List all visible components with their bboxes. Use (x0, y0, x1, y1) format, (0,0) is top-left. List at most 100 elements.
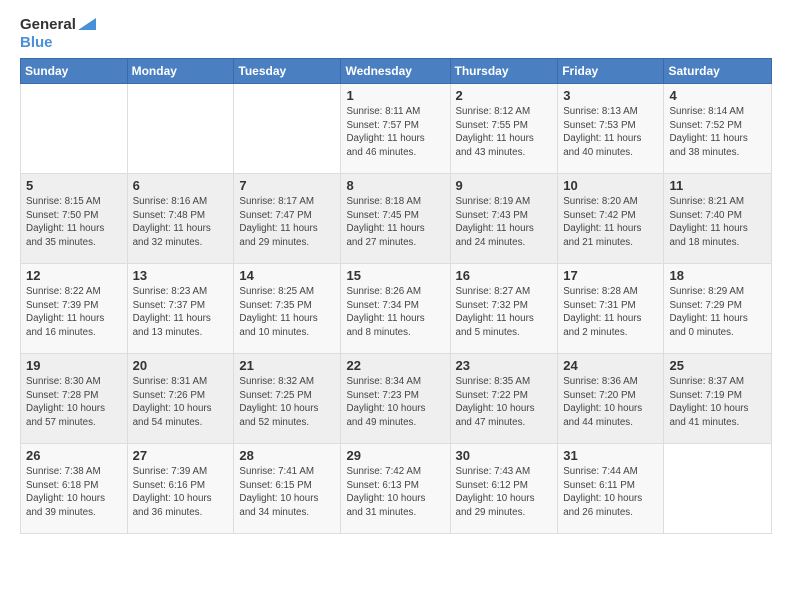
day-info: Sunrise: 8:11 AMSunset: 7:57 PMDaylight:… (346, 105, 444, 160)
calendar-cell: 23 Sunrise: 8:35 AMSunset: 7:22 PMDayligh… (450, 354, 558, 444)
calendar-body: 1 Sunrise: 8:11 AMSunset: 7:57 PMDaylight… (21, 84, 772, 534)
calendar-cell (127, 84, 234, 174)
day-number: 8 (346, 178, 444, 193)
day-number: 28 (239, 448, 335, 463)
day-number: 19 (26, 358, 122, 373)
day-number: 12 (26, 268, 122, 283)
calendar-cell: 31 Sunrise: 7:44 AMSunset: 6:11 PMDayligh… (558, 444, 664, 534)
calendar-week-row: 1 Sunrise: 8:11 AMSunset: 7:57 PMDaylight… (21, 84, 772, 174)
calendar-cell: 9 Sunrise: 8:19 AMSunset: 7:43 PMDaylight… (450, 174, 558, 264)
day-number: 7 (239, 178, 335, 193)
calendar-cell: 29 Sunrise: 7:42 AMSunset: 6:13 PMDayligh… (341, 444, 450, 534)
day-info: Sunrise: 8:18 AMSunset: 7:45 PMDaylight:… (346, 195, 444, 250)
day-info: Sunrise: 8:29 AMSunset: 7:29 PMDaylight:… (669, 285, 766, 340)
calendar-cell: 21Sunrise: 8:32 AMSunset: 7:25 PMDayligh… (234, 354, 341, 444)
day-info: Sunrise: 8:35 AMSunset: 7:22 PMDaylight:… (456, 375, 553, 430)
weekday-header-tuesday: Tuesday (234, 59, 341, 84)
day-info: Sunrise: 8:30 AMSunset: 7:28 PMDaylight:… (26, 375, 122, 430)
day-info: Sunrise: 8:32 AMSunset: 7:25 PMDaylight:… (239, 375, 335, 430)
day-number: 31 (563, 448, 658, 463)
day-info: Sunrise: 7:38 AMSunset: 6:18 PMDaylight:… (26, 465, 122, 520)
calendar-cell: 17Sunrise: 8:28 AMSunset: 7:31 PMDayligh… (558, 264, 664, 354)
calendar-week-row: 26 Sunrise: 7:38 AMSunset: 6:18 PMDayligh… (21, 444, 772, 534)
calendar-cell: 4Sunrise: 8:14 AMSunset: 7:52 PMDaylight… (664, 84, 772, 174)
day-number: 27 (133, 448, 229, 463)
calendar-cell: 30 Sunrise: 7:43 AMSunset: 6:12 PMDayligh… (450, 444, 558, 534)
calendar-cell: 15 Sunrise: 8:26 AMSunset: 7:34 PMDayligh… (341, 264, 450, 354)
calendar-header: SundayMondayTuesdayWednesdayThursdayFrid… (21, 59, 772, 84)
logo-bird-icon (78, 18, 96, 30)
day-number: 17 (563, 268, 658, 283)
weekday-header-wednesday: Wednesday (341, 59, 450, 84)
calendar-cell: 20 Sunrise: 8:31 AMSunset: 7:26 PMDayligh… (127, 354, 234, 444)
day-number: 14 (239, 268, 335, 283)
day-number: 29 (346, 448, 444, 463)
calendar-cell (234, 84, 341, 174)
calendar-week-row: 19 Sunrise: 8:30 AMSunset: 7:28 PMDayligh… (21, 354, 772, 444)
calendar-cell: 25 Sunrise: 8:37 AMSunset: 7:19 PMDayligh… (664, 354, 772, 444)
calendar-cell: 18Sunrise: 8:29 AMSunset: 7:29 PMDayligh… (664, 264, 772, 354)
day-info: Sunrise: 8:31 AMSunset: 7:26 PMDaylight:… (133, 375, 229, 430)
day-info: Sunrise: 7:42 AMSunset: 6:13 PMDaylight:… (346, 465, 444, 520)
calendar-cell: 19 Sunrise: 8:30 AMSunset: 7:28 PMDayligh… (21, 354, 128, 444)
day-info: Sunrise: 7:44 AMSunset: 6:11 PMDaylight:… (563, 465, 658, 520)
calendar: SundayMondayTuesdayWednesdayThursdayFrid… (20, 58, 772, 534)
weekday-header-monday: Monday (127, 59, 234, 84)
weekday-header-thursday: Thursday (450, 59, 558, 84)
calendar-cell: 14Sunrise: 8:25 AMSunset: 7:35 PMDayligh… (234, 264, 341, 354)
day-number: 20 (133, 358, 229, 373)
day-info: Sunrise: 8:20 AMSunset: 7:42 PMDaylight:… (563, 195, 658, 250)
day-number: 10 (563, 178, 658, 193)
calendar-cell: 8 Sunrise: 8:18 AMSunset: 7:45 PMDaylight… (341, 174, 450, 264)
day-info: Sunrise: 8:37 AMSunset: 7:19 PMDaylight:… (669, 375, 766, 430)
calendar-cell: 28 Sunrise: 7:41 AMSunset: 6:15 PMDayligh… (234, 444, 341, 534)
day-info: Sunrise: 8:19 AMSunset: 7:43 PMDaylight:… (456, 195, 553, 250)
day-info: Sunrise: 8:34 AMSunset: 7:23 PMDaylight:… (346, 375, 444, 430)
day-info: Sunrise: 8:13 AMSunset: 7:53 PMDaylight:… (563, 105, 658, 160)
calendar-week-row: 5 Sunrise: 8:15 AMSunset: 7:50 PMDaylight… (21, 174, 772, 264)
page: General Blue SundayMondayTuesdayWednesda… (0, 0, 792, 612)
calendar-cell (664, 444, 772, 534)
day-number: 15 (346, 268, 444, 283)
day-info: Sunrise: 8:26 AMSunset: 7:34 PMDaylight:… (346, 285, 444, 340)
day-info: Sunrise: 8:14 AMSunset: 7:52 PMDaylight:… (669, 105, 766, 160)
day-info: Sunrise: 8:27 AMSunset: 7:32 PMDaylight:… (456, 285, 553, 340)
calendar-cell: 13Sunrise: 8:23 AMSunset: 7:37 PMDayligh… (127, 264, 234, 354)
day-number: 11 (669, 178, 766, 193)
calendar-cell: 6 Sunrise: 8:16 AMSunset: 7:48 PMDaylight… (127, 174, 234, 264)
day-number: 26 (26, 448, 122, 463)
day-number: 22 (346, 358, 444, 373)
day-number: 2 (456, 88, 553, 103)
day-number: 9 (456, 178, 553, 193)
weekday-header-row: SundayMondayTuesdayWednesdayThursdayFrid… (21, 59, 772, 84)
day-number: 25 (669, 358, 766, 373)
calendar-cell: 1 Sunrise: 8:11 AMSunset: 7:57 PMDaylight… (341, 84, 450, 174)
day-number: 1 (346, 88, 444, 103)
day-info: Sunrise: 7:41 AMSunset: 6:15 PMDaylight:… (239, 465, 335, 520)
calendar-cell: 24Sunrise: 8:36 AMSunset: 7:20 PMDayligh… (558, 354, 664, 444)
day-number: 13 (133, 268, 229, 283)
logo: General Blue (20, 16, 96, 52)
day-number: 30 (456, 448, 553, 463)
day-number: 6 (133, 178, 229, 193)
calendar-cell: 10 Sunrise: 8:20 AMSunset: 7:42 PMDayligh… (558, 174, 664, 264)
weekday-header-sunday: Sunday (21, 59, 128, 84)
calendar-cell: 5 Sunrise: 8:15 AMSunset: 7:50 PMDaylight… (21, 174, 128, 264)
day-info: Sunrise: 7:43 AMSunset: 6:12 PMDaylight:… (456, 465, 553, 520)
calendar-cell (21, 84, 128, 174)
calendar-cell: 16 Sunrise: 8:27 AMSunset: 7:32 PMDayligh… (450, 264, 558, 354)
logo-line2: Blue (20, 34, 96, 52)
day-number: 5 (26, 178, 122, 193)
day-info: Sunrise: 8:16 AMSunset: 7:48 PMDaylight:… (133, 195, 229, 250)
calendar-cell: 2 Sunrise: 8:12 AMSunset: 7:55 PMDaylight… (450, 84, 558, 174)
day-info: Sunrise: 7:39 AMSunset: 6:16 PMDaylight:… (133, 465, 229, 520)
day-number: 16 (456, 268, 553, 283)
day-info: Sunrise: 8:17 AMSunset: 7:47 PMDaylight:… (239, 195, 335, 250)
calendar-week-row: 12Sunrise: 8:22 AMSunset: 7:39 PMDayligh… (21, 264, 772, 354)
calendar-cell: 26 Sunrise: 7:38 AMSunset: 6:18 PMDayligh… (21, 444, 128, 534)
day-info: Sunrise: 8:12 AMSunset: 7:55 PMDaylight:… (456, 105, 553, 160)
day-info: Sunrise: 8:15 AMSunset: 7:50 PMDaylight:… (26, 195, 122, 250)
day-number: 23 (456, 358, 553, 373)
day-number: 3 (563, 88, 658, 103)
weekday-header-friday: Friday (558, 59, 664, 84)
